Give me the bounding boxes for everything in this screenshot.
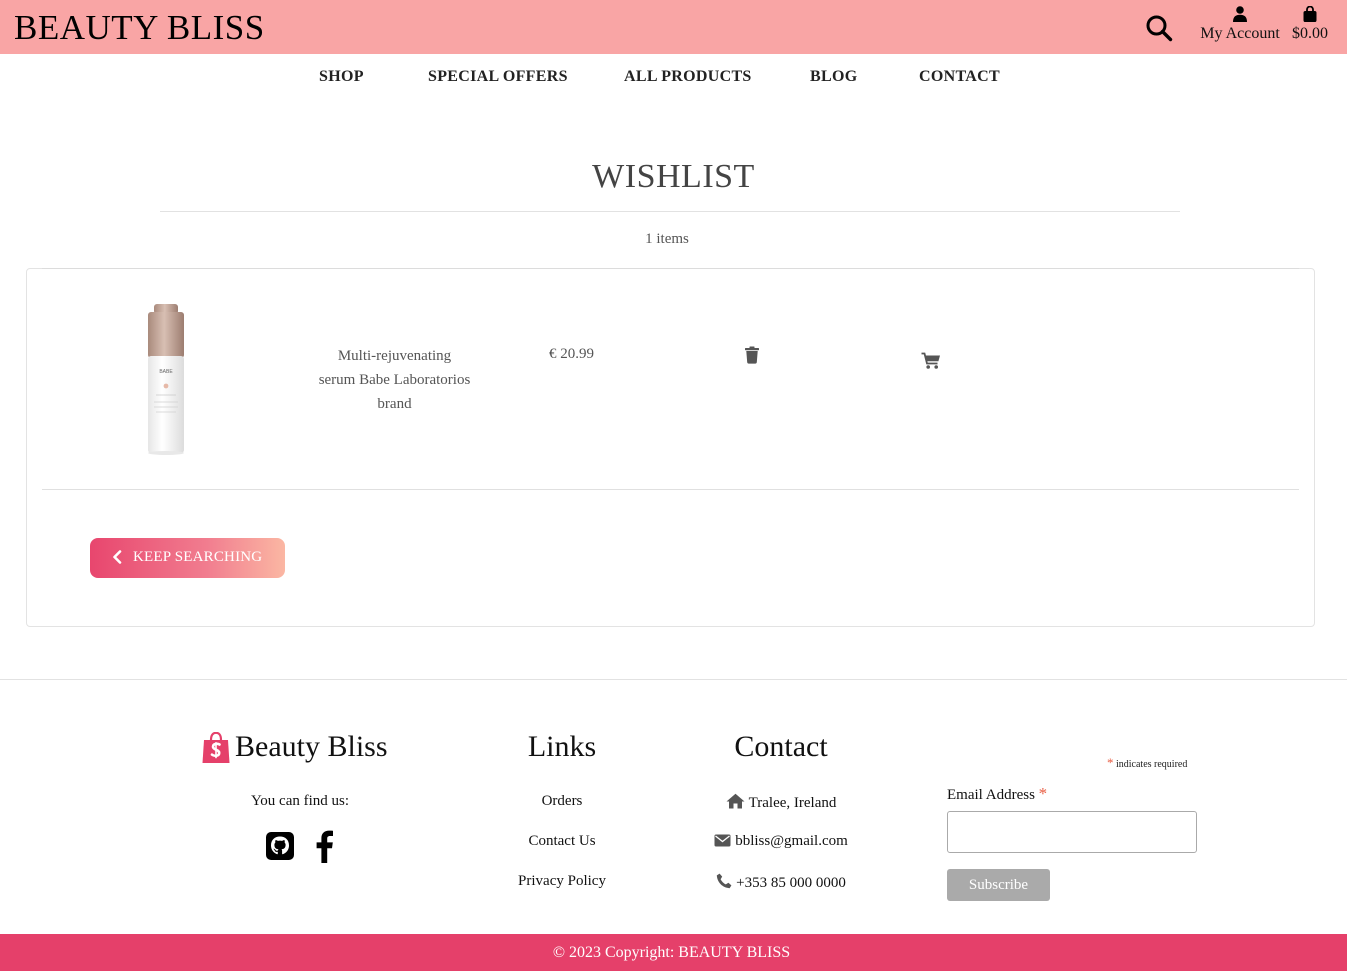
keep-searching-label: KEEP SEARCHING	[133, 549, 263, 565]
footer-link-privacy-policy[interactable]: Privacy Policy	[482, 873, 642, 890]
footer-divider	[0, 679, 1347, 680]
facebook-icon[interactable]	[313, 829, 335, 863]
footer-link-orders[interactable]: Orders	[482, 793, 642, 810]
footer-links-title: Links	[527, 730, 597, 763]
contact-phone-text: +353 85 000 0000	[736, 875, 846, 891]
required-note-text: indicates required	[1116, 759, 1188, 770]
github-icon[interactable]	[265, 831, 295, 861]
footer-link-contact-us[interactable]: Contact Us	[482, 833, 642, 850]
contact-email-text[interactable]: bbliss@gmail.com	[735, 833, 848, 849]
keep-searching-button[interactable]: KEEP SEARCHING	[90, 538, 285, 578]
main-navigation: SHOP SPECIAL OFFERS ALL PRODUCTS BLOG CO…	[0, 54, 1347, 100]
product-price: € 20.99	[549, 346, 594, 362]
user-icon	[1233, 6, 1247, 22]
subscribe-button[interactable]: Subscribe	[947, 869, 1050, 901]
search-icon[interactable]	[1145, 14, 1173, 42]
copyright-bar: © 2023 Copyright: BEAUTY BLISS	[0, 934, 1347, 971]
nav-blog[interactable]: BLOG	[810, 68, 857, 86]
email-address-label: Email Address *	[947, 784, 1047, 804]
nav-special-offers[interactable]: SPECIAL OFFERS	[428, 68, 568, 86]
shopping-bag-link[interactable]: $0.00	[1288, 6, 1332, 43]
footer-contact-title: Contact	[734, 730, 828, 763]
page-title: WISHLIST	[592, 158, 755, 195]
email-required-asterisk: *	[1038, 784, 1048, 803]
add-to-cart-icon[interactable]	[921, 352, 941, 370]
contact-email: bbliss@gmail.com	[690, 833, 872, 850]
newsletter-email-input[interactable]	[947, 811, 1197, 853]
shopping-bag-icon	[1303, 6, 1317, 22]
top-header-bar: BEAUTY BLISS My Account $0.00	[0, 0, 1347, 54]
wishlist-item-count: 1 items	[645, 231, 689, 247]
table-header-divider	[42, 268, 1299, 269]
title-divider	[160, 211, 1180, 212]
bag-total: $0.00	[1292, 25, 1328, 42]
contact-address: Tralee, Ireland	[690, 793, 872, 812]
required-asterisk: *	[1107, 755, 1114, 770]
remove-from-wishlist-trash-icon[interactable]	[744, 346, 760, 364]
shopify-bag-icon	[202, 732, 230, 763]
required-fields-note: * indicates required	[1107, 755, 1187, 771]
copyright-text: © 2023 Copyright: BEAUTY BLISS	[552, 944, 791, 961]
my-account-link[interactable]: My Account	[1196, 6, 1284, 43]
email-address-label-text: Email Address	[947, 787, 1035, 803]
contact-address-text: Tralee, Ireland	[748, 795, 837, 811]
nav-shop[interactable]: SHOP	[319, 68, 364, 86]
product-label-text: BABE	[159, 369, 173, 375]
phone-icon	[716, 873, 732, 889]
footer-brand-name: Beauty Bliss	[235, 730, 388, 763]
my-account-label: My Account	[1200, 25, 1280, 42]
item-row-divider	[42, 489, 1299, 490]
product-image[interactable]: BABE	[140, 300, 192, 458]
site-logo[interactable]: BEAUTY BLISS	[14, 8, 265, 48]
home-icon	[726, 793, 745, 809]
nav-all-products[interactable]: ALL PRODUCTS	[624, 68, 752, 86]
product-name[interactable]: Multi-rejuvenating serum Babe Laboratori…	[318, 344, 471, 416]
contact-phone: +353 85 000 0000	[690, 873, 872, 892]
find-us-label: You can find us:	[250, 793, 350, 809]
envelope-icon	[714, 834, 731, 847]
nav-contact[interactable]: CONTACT	[919, 68, 1000, 86]
chevron-left-icon	[113, 550, 122, 564]
